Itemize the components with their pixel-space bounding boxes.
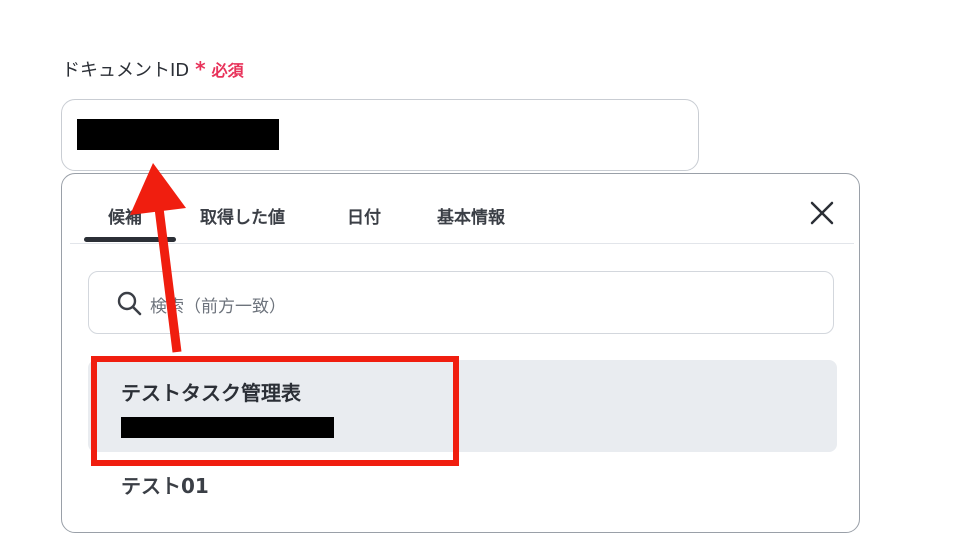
tab-retrieved-values[interactable]: 取得した値 — [200, 203, 285, 228]
tab-divider — [70, 243, 854, 244]
active-tab-indicator — [84, 237, 176, 242]
required-text: 必須 — [211, 61, 244, 80]
document-id-label: ドキュメントID * 必須 — [62, 56, 244, 82]
tab-candidates[interactable]: 候補 — [108, 203, 142, 228]
document-id-label-text: ドキュメントID — [62, 60, 190, 81]
tab-basic-info[interactable]: 基本情報 — [437, 203, 505, 228]
tab-date[interactable]: 日付 — [347, 203, 381, 228]
required-star: * — [195, 57, 206, 81]
search-placeholder: 検索（前方一致） — [150, 297, 286, 317]
close-icon — [810, 201, 834, 225]
annotation-highlight-box — [91, 356, 459, 466]
redacted-input-value — [77, 119, 279, 150]
search-icon — [117, 291, 142, 316]
close-button[interactable] — [806, 197, 838, 229]
option-title-2[interactable]: テスト01 — [121, 470, 209, 499]
